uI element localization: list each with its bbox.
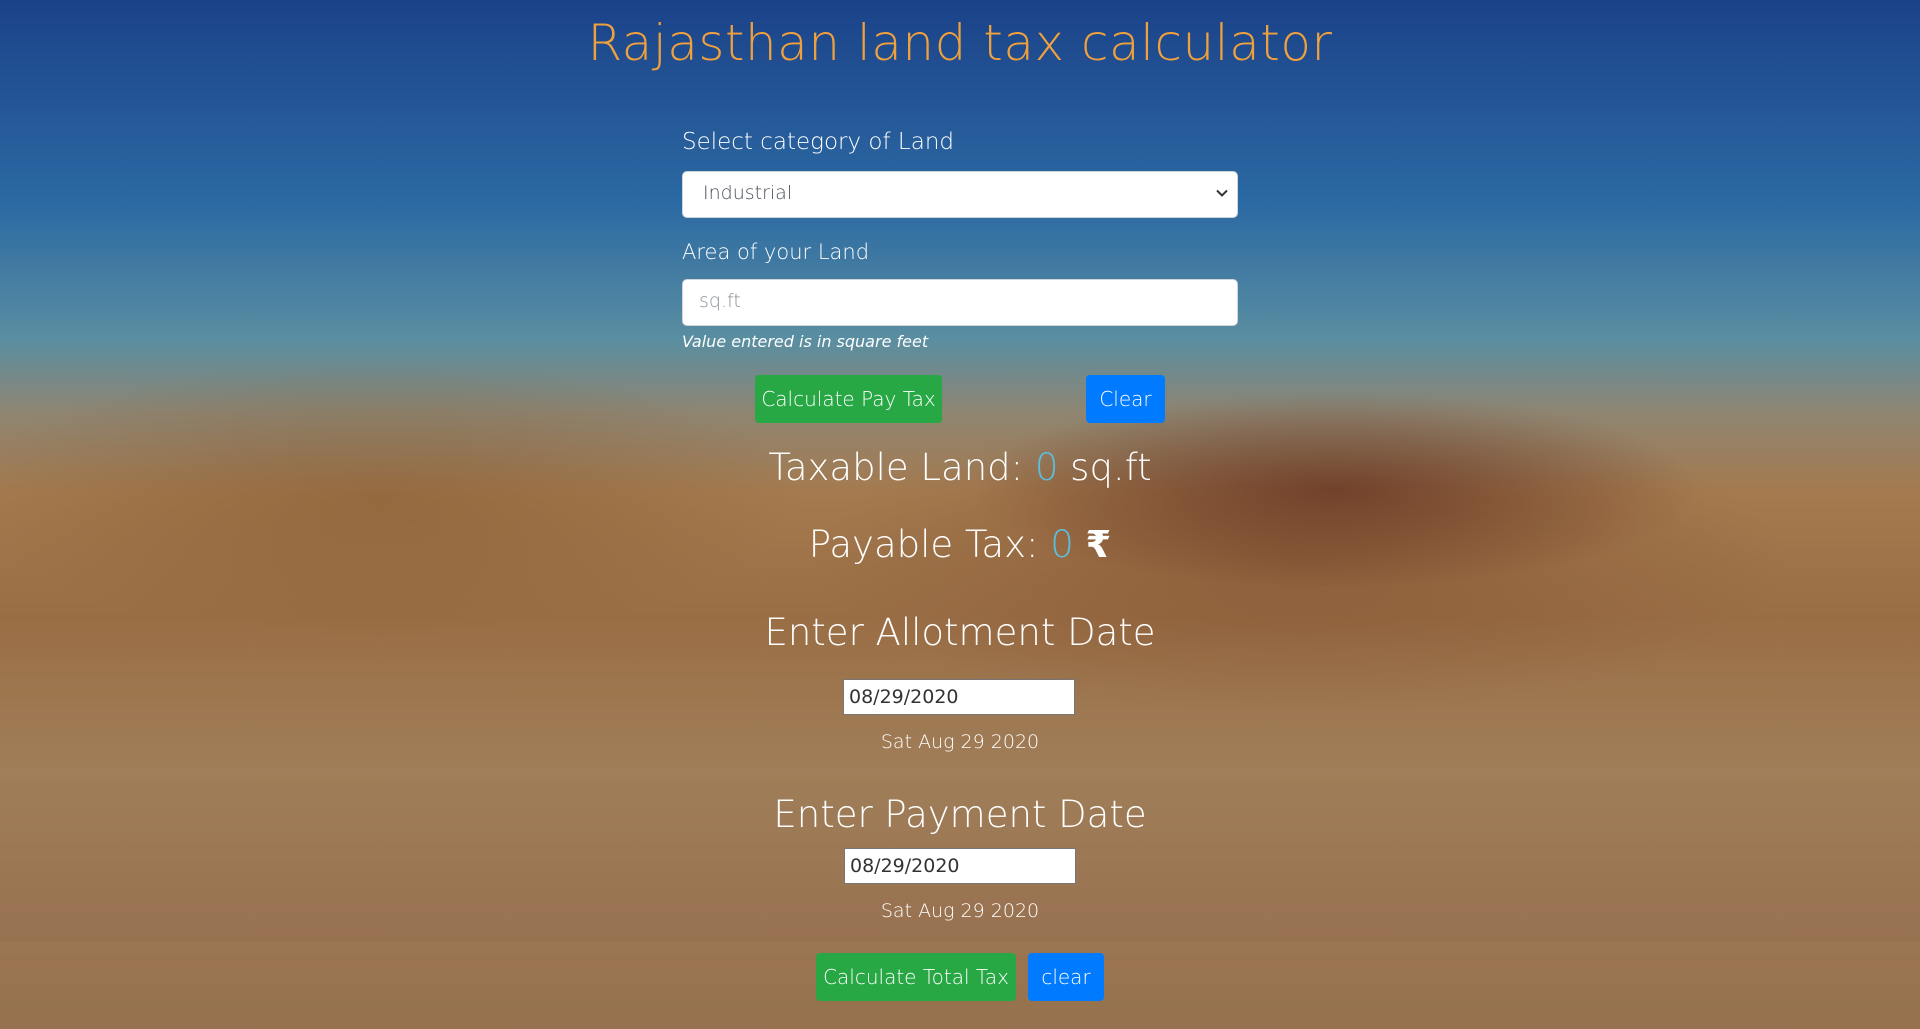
allotment-date-display: Sat Aug 29 2020 xyxy=(880,731,1040,753)
taxable-land-label: Taxable Land: xyxy=(768,446,1024,489)
area-placeholder: sq.ft xyxy=(699,290,741,312)
payable-tax-label: Payable Tax: xyxy=(808,523,1039,566)
payable-tax-value: 0 xyxy=(1050,523,1074,566)
payment-date-heading: Enter Payment Date xyxy=(773,793,1147,836)
allotment-date-heading: Enter Allotment Date xyxy=(764,611,1156,654)
rupee-icon: ₹ xyxy=(1085,523,1112,566)
calculate-pay-tax-button[interactable]: Calculate Pay Tax xyxy=(755,375,942,423)
area-label: Area of your Land xyxy=(682,240,870,264)
area-input[interactable]: sq.ft xyxy=(682,279,1238,326)
chevron-down-icon xyxy=(1216,189,1228,197)
taxable-land-value: 0 xyxy=(1034,446,1059,489)
taxable-land-result: Taxable Land: 0 sq.ft xyxy=(0,446,1920,489)
area-hint: Value entered is in square feet xyxy=(682,332,929,351)
category-select[interactable]: Industrial xyxy=(682,171,1238,218)
category-label: Select category of Land xyxy=(682,129,954,155)
payment-date-value: 08/29/2020 xyxy=(850,855,960,877)
category-selected-value: Industrial xyxy=(703,182,793,204)
clear-total-button[interactable]: clear xyxy=(1028,953,1104,1001)
taxable-land-unit: sq.ft xyxy=(1070,446,1152,489)
clear-button[interactable]: Clear xyxy=(1086,375,1165,423)
payment-date-input[interactable]: 08/29/2020 xyxy=(844,848,1076,884)
allotment-date-value: 08/29/2020 xyxy=(849,686,959,708)
page-title: Rajasthan land tax calculator xyxy=(587,14,1333,72)
payable-tax-result: Payable Tax: 0 ₹ xyxy=(0,523,1920,566)
calculate-total-tax-button[interactable]: Calculate Total Tax xyxy=(816,953,1016,1001)
allotment-date-input[interactable]: 08/29/2020 xyxy=(843,679,1075,715)
payment-date-display: Sat Aug 29 2020 xyxy=(880,900,1040,922)
